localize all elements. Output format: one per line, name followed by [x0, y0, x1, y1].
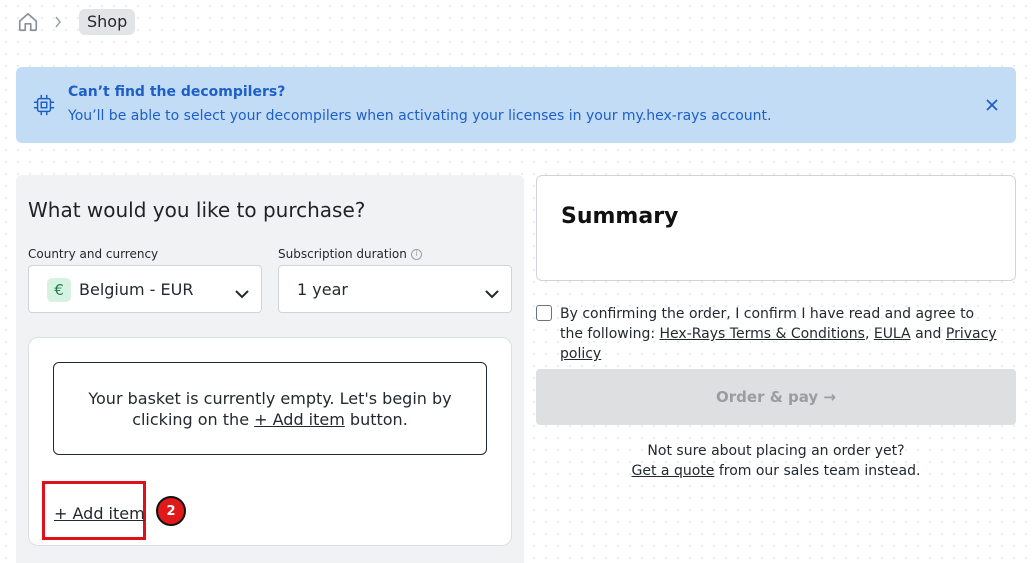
chevron-down-icon	[485, 284, 499, 299]
chip-icon	[33, 94, 55, 116]
basket-empty-line1: Your basket is currently empty. Let's be…	[88, 388, 452, 408]
add-item-button[interactable]: + Add item	[54, 504, 145, 523]
purchase-heading: What would you like to purchase?	[28, 198, 366, 222]
euro-icon: €	[47, 278, 71, 302]
country-value: Belgium - EUR	[79, 280, 194, 299]
basket-empty-post: button.	[344, 409, 408, 429]
consent-text: By confirming the order, I confirm I hav…	[560, 304, 1000, 364]
order-pay-button[interactable]: Order & pay →	[536, 369, 1016, 425]
terms-link[interactable]: Hex-Rays Terms & Conditions	[660, 326, 865, 342]
banner-title: Can’t find the decompilers?	[68, 84, 286, 100]
breadcrumb: Shop	[16, 9, 136, 35]
step-badge: 2	[156, 496, 186, 526]
consent-and: and	[910, 326, 946, 342]
info-icon[interactable]: i	[410, 248, 422, 260]
duration-label: Subscription duration i	[278, 247, 422, 261]
close-icon[interactable]	[984, 97, 1000, 113]
quote-line: Get a quote from our sales team instead.	[536, 463, 1016, 479]
summary-title: Summary	[561, 204, 679, 229]
basket-card: Your basket is currently empty. Let's be…	[28, 337, 512, 546]
quote-question: Not sure about placing an order yet?	[647, 443, 905, 459]
basket-empty-message: Your basket is currently empty. Let's be…	[53, 362, 487, 455]
get-quote-link[interactable]: Get a quote	[632, 463, 715, 479]
duration-label-text: Subscription duration	[278, 247, 407, 261]
summary-card: Summary	[536, 175, 1016, 281]
duration-value: 1 year	[297, 280, 348, 299]
country-select[interactable]: € Belgium - EUR	[28, 265, 262, 313]
purchase-panel: What would you like to purchase? Country…	[16, 175, 524, 563]
consent-checkbox[interactable]	[536, 305, 552, 321]
basket-add-item-link[interactable]: + Add item	[254, 410, 345, 429]
breadcrumb-current[interactable]: Shop	[79, 9, 136, 35]
add-item-highlight: + Add item	[42, 481, 146, 540]
consent-comma: ,	[864, 326, 874, 342]
home-icon[interactable]	[16, 10, 40, 34]
banner-text: You’ll be able to select your decompiler…	[68, 108, 772, 124]
info-banner: Can’t find the decompilers? You’ll be ab…	[16, 67, 1016, 143]
quote-rest: from our sales team instead.	[714, 463, 921, 479]
chevron-right-icon	[54, 16, 62, 28]
eula-link[interactable]: EULA	[874, 326, 911, 342]
basket-empty-pre: clicking on the	[132, 409, 255, 429]
country-label: Country and currency	[28, 247, 158, 261]
chevron-down-icon	[235, 284, 249, 299]
country-label-text: Country and currency	[28, 247, 159, 261]
duration-select[interactable]: 1 year	[278, 265, 512, 313]
shop-page: Shop Can’t find the decompilers? You’ll …	[0, 0, 1033, 563]
